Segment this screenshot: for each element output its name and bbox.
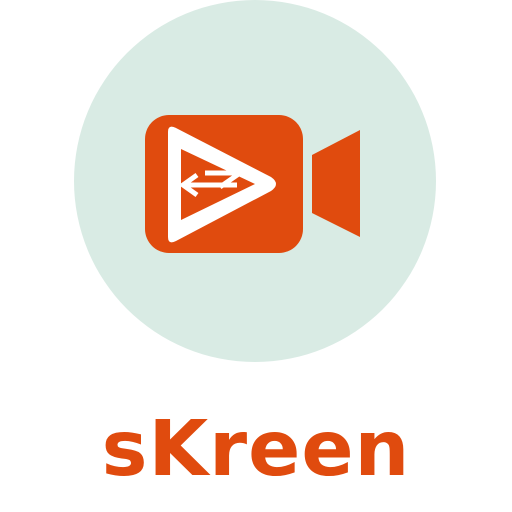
camera-lens: [312, 130, 360, 237]
app-logo-screen: { "app": { "name": "sKreen" }, "logo": {…: [0, 0, 512, 512]
app-name-label: sKreen: [101, 405, 411, 494]
video-camera-share-icon: [145, 115, 360, 253]
